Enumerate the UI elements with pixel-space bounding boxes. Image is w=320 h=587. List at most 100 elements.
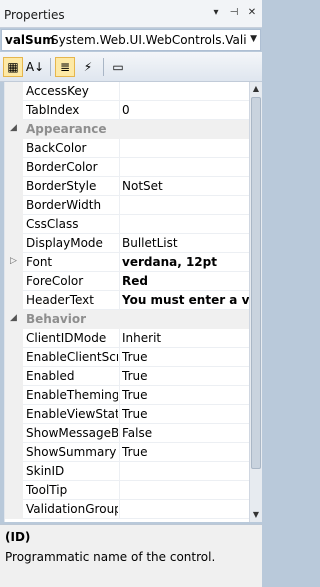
property-name: ShowSummary xyxy=(26,445,117,459)
property-row-borderstyle[interactable]: BorderStyle NotSet xyxy=(5,177,249,196)
close-icon[interactable]: ✕ xyxy=(246,6,258,20)
column-divider xyxy=(119,253,120,272)
property-value[interactable]: True xyxy=(122,445,249,459)
scroll-down-icon[interactable]: ▼ xyxy=(250,508,262,522)
scrollbar[interactable]: ▲ ▼ xyxy=(249,82,262,522)
property-row-skinid[interactable]: SkinID xyxy=(5,462,249,481)
toolbar: ▦ A↓ ≣ ⚡ ▭ xyxy=(0,52,262,82)
property-name: EnableTheming xyxy=(26,388,118,402)
property-value[interactable]: True xyxy=(122,388,249,402)
property-row-enabletheming[interactable]: EnableTheming True xyxy=(5,386,249,405)
property-value[interactable]: True xyxy=(122,369,249,383)
chevron-down-icon[interactable]: ▼ xyxy=(250,34,257,44)
property-pages-button[interactable]: ▭ xyxy=(108,57,128,77)
scroll-up-icon[interactable]: ▲ xyxy=(250,82,262,96)
property-value[interactable]: 0 xyxy=(122,103,249,117)
property-row-enabled[interactable]: Enabled True xyxy=(5,367,249,386)
property-row-displaymode[interactable]: DisplayMode BulletList xyxy=(5,234,249,253)
property-value[interactable]: True xyxy=(122,407,249,421)
property-name: BorderColor xyxy=(26,160,98,174)
property-row-showmessagebox[interactable]: ShowMessageBox False xyxy=(5,424,249,443)
property-row-forecolor[interactable]: ForeColor Red xyxy=(5,272,249,291)
pin-icon[interactable]: ⊣ xyxy=(228,6,240,20)
toolbar-separator xyxy=(50,58,51,76)
row-gutter xyxy=(5,101,23,120)
property-name: EnableViewState xyxy=(26,407,118,421)
property-name: Font xyxy=(26,255,53,269)
property-value[interactable]: True xyxy=(122,350,249,364)
property-row-backcolor[interactable]: BackColor xyxy=(5,139,249,158)
expand-icon[interactable]: ▷ xyxy=(10,256,17,266)
window-title: Properties xyxy=(4,8,65,22)
property-row-showsummary[interactable]: ShowSummary True xyxy=(5,443,249,462)
row-gutter xyxy=(5,272,23,291)
property-name: ClientIDMode xyxy=(26,331,107,345)
property-row-tooltip[interactable]: ToolTip xyxy=(5,481,249,500)
toolbar-separator xyxy=(103,58,104,76)
object-name: valSum xyxy=(5,33,55,47)
property-row-tabindex[interactable]: TabIndex 0 xyxy=(5,101,249,120)
description-text: Programmatic name of the control. xyxy=(5,550,216,564)
category-appearance[interactable]: ◢ Appearance xyxy=(5,120,249,139)
column-divider xyxy=(119,196,120,215)
property-name: ValidationGroup xyxy=(26,502,118,516)
categorized-button[interactable]: ▦ xyxy=(3,57,23,77)
category-label: Appearance xyxy=(26,122,107,136)
alphabetical-button[interactable]: A↓ xyxy=(25,57,45,77)
property-value[interactable]: BulletList xyxy=(122,236,249,250)
property-row-clientidmode[interactable]: ClientIDMode Inherit xyxy=(5,329,249,348)
property-row-enableclientscript[interactable]: EnableClientScript True xyxy=(5,348,249,367)
row-gutter xyxy=(5,329,23,348)
property-row-accesskey[interactable]: AccessKey xyxy=(5,82,249,101)
column-divider xyxy=(119,215,120,234)
dropdown-icon[interactable]: ▾ xyxy=(210,6,222,20)
row-gutter xyxy=(5,462,23,481)
property-value[interactable]: You must enter a value xyxy=(122,293,249,307)
collapse-icon[interactable]: ◢ xyxy=(10,123,17,133)
property-name: BorderWidth xyxy=(26,198,102,212)
property-row-font[interactable]: ▷ Font verdana, 12pt xyxy=(5,253,249,272)
column-divider xyxy=(119,101,120,120)
property-row-headertext[interactable]: HeaderText You must enter a value xyxy=(5,291,249,310)
properties-button[interactable]: ≣ xyxy=(55,57,75,77)
property-value[interactable]: Inherit xyxy=(122,331,249,345)
collapse-icon[interactable]: ◢ xyxy=(10,313,17,323)
row-gutter xyxy=(5,196,23,215)
object-type: System.Web.UI.WebControls.ValidationSumm… xyxy=(51,33,247,47)
object-selector[interactable]: valSum System.Web.UI.WebControls.Validat… xyxy=(1,29,261,51)
row-gutter xyxy=(5,215,23,234)
category-behavior[interactable]: ◢ Behavior xyxy=(5,310,249,329)
property-value[interactable]: verdana, 12pt xyxy=(122,255,249,269)
events-button[interactable]: ⚡ xyxy=(78,57,98,77)
row-gutter xyxy=(5,177,23,196)
row-gutter xyxy=(5,481,23,500)
property-row-validationgroup[interactable]: ValidationGroup xyxy=(5,500,249,519)
property-row-bordercolor[interactable]: BorderColor xyxy=(5,158,249,177)
property-name: EnableClientScript xyxy=(26,350,118,364)
property-value[interactable]: False xyxy=(122,426,249,440)
row-gutter xyxy=(5,424,23,443)
column-divider xyxy=(119,234,120,253)
row-gutter xyxy=(5,367,23,386)
column-divider xyxy=(119,462,120,481)
property-name: BorderStyle xyxy=(26,179,97,193)
property-value[interactable]: Red xyxy=(122,274,249,288)
property-row-borderwidth[interactable]: BorderWidth xyxy=(5,196,249,215)
column-divider xyxy=(119,177,120,196)
property-row-enableviewstate[interactable]: EnableViewState True xyxy=(5,405,249,424)
title-bar: Properties ▾ ⊣ ✕ xyxy=(0,0,262,28)
scroll-thumb[interactable] xyxy=(251,97,261,469)
property-value[interactable]: NotSet xyxy=(122,179,249,193)
row-gutter xyxy=(5,291,23,310)
property-name: BackColor xyxy=(26,141,87,155)
column-divider xyxy=(119,158,120,177)
column-divider xyxy=(119,443,120,462)
column-divider xyxy=(119,386,120,405)
column-divider xyxy=(119,82,120,101)
property-name: Enabled xyxy=(26,369,75,383)
property-name: HeaderText xyxy=(26,293,94,307)
row-gutter xyxy=(5,443,23,462)
property-row-cssclass[interactable]: CssClass xyxy=(5,215,249,234)
row-gutter xyxy=(5,348,23,367)
column-divider xyxy=(119,424,120,443)
